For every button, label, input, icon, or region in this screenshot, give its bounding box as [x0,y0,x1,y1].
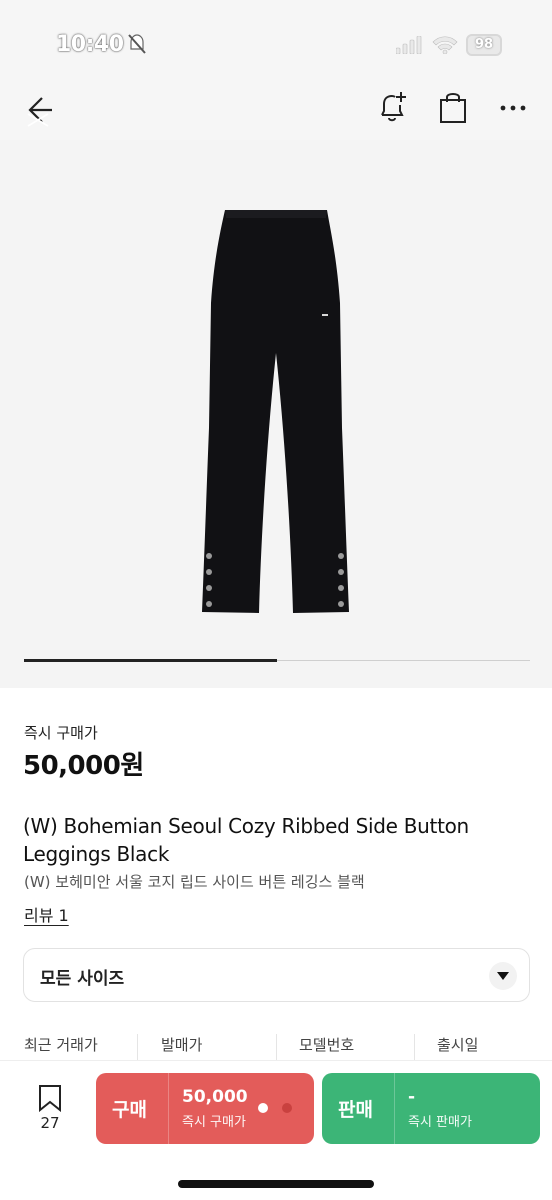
product-subtitle: (W) 보헤미안 서울 코지 립드 사이드 버튼 레깅스 블랙 [24,873,365,891]
status-time: 10:40 [56,32,124,57]
page-dot [282,1103,292,1113]
sell-button-sublabel: 즉시 판매가 [408,1115,472,1130]
size-select[interactable]: 모든 사이즈 [23,948,530,1002]
sell-button-label: 판매 [338,1099,373,1121]
price-value: 50,000원 [23,751,144,781]
battery-icon: 98 [466,34,502,56]
info-release-date-label: 출시일 [437,1036,479,1054]
more-icon[interactable] [498,96,528,120]
top-nav-bar [0,80,552,140]
info-divider [276,1034,277,1062]
signal-icon [396,36,422,54]
home-indicator [178,1180,374,1188]
chevron-down-icon [489,962,517,990]
wifi-icon [432,36,458,54]
carousel-progress [24,659,277,662]
sell-button-divider [394,1073,395,1144]
info-divider [137,1034,138,1062]
bell-plus-icon[interactable] [377,90,409,124]
buy-button-sublabel: 즉시 구매가 [182,1115,246,1130]
back-icon[interactable] [22,92,56,128]
buy-button-price: 50,000 [182,1087,248,1107]
sell-button[interactable]: 판매 - 즉시 판매가 [322,1073,540,1144]
status-bar: 10:40 98 [0,0,552,80]
info-model-number-label: 모델번호 [299,1036,355,1054]
sell-button-price: - [408,1087,416,1107]
info-recent-price-label: 최근 거래가 [24,1036,98,1054]
page-dot-active [258,1103,268,1113]
size-select-value: 모든 사이즈 [40,969,125,989]
review-link[interactable]: 리뷰 1 [24,902,69,926]
bookmark-button[interactable]: 27 [28,1084,72,1134]
buy-button[interactable]: 구매 50,000 즉시 구매가 [96,1073,314,1144]
info-divider [414,1034,415,1062]
buy-button-divider [168,1073,169,1144]
shopping-bag-icon[interactable] [438,90,468,124]
price-label: 즉시 구매가 [24,724,98,742]
bookmark-icon [39,1085,61,1112]
buy-button-label: 구매 [112,1099,147,1121]
product-image[interactable] [196,208,356,616]
bell-off-icon [128,34,146,54]
product-title: (W) Bohemian Seoul Cozy Ribbed Side Butt… [23,814,469,866]
info-release-price-label: 발매가 [161,1036,203,1054]
bookmark-count: 27 [40,1114,60,1132]
